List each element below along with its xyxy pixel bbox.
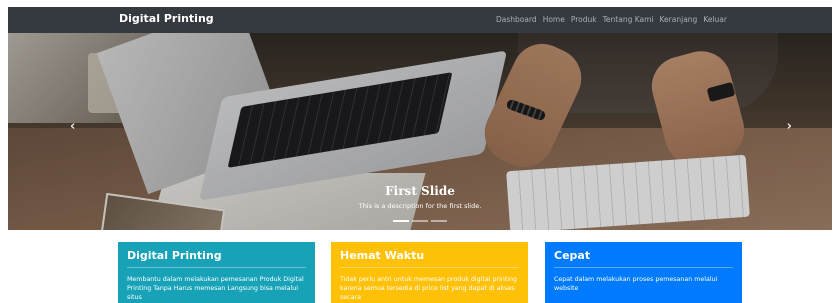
nav-links: Dashboard Home Produk Tentang Kami Keran…	[496, 15, 727, 24]
nav-link-dashboard[interactable]: Dashboard	[496, 15, 537, 24]
navbar-brand[interactable]: Digital Printing	[119, 12, 214, 25]
card-text: Cepat dalam melakukan proses pemesanan m…	[554, 276, 718, 292]
image-overlay	[8, 33, 832, 230]
feature-card-cepat: Cepat Cepat dalam melakukan proses pemes…	[545, 242, 742, 303]
carousel-indicator-2[interactable]	[412, 220, 428, 222]
feature-card-digital-printing: Digital Printing Membantu dalam melakuka…	[118, 242, 315, 303]
nav-link-home[interactable]: Home	[543, 15, 565, 24]
carousel-indicator-1[interactable]	[393, 220, 409, 222]
slide-description: This is a description for the first slid…	[358, 202, 482, 210]
carousel-indicator-3[interactable]	[431, 220, 447, 222]
nav-link-keluar[interactable]: Keluar	[703, 15, 727, 24]
carousel-indicators	[8, 220, 832, 222]
card-text: Tidak perlu antri untuk memesan produk d…	[340, 276, 518, 301]
nav-link-keranjang[interactable]: Keranjang	[660, 15, 698, 24]
card-title: Cepat	[554, 249, 733, 268]
feature-card-hemat-waktu: Hemat Waktu Tidak perlu antri untuk meme…	[331, 242, 528, 303]
card-text: Membantu dalam melakukan pemesanan Produ…	[127, 276, 304, 301]
chevron-left-icon[interactable]: ‹	[70, 119, 75, 134]
chevron-right-icon[interactable]: ›	[787, 119, 792, 134]
slide-title: First Slide	[385, 184, 455, 198]
nav-link-tentang-kami[interactable]: Tentang Kami	[603, 15, 654, 24]
hero-carousel: ‹ › First Slide This is a description fo…	[8, 33, 832, 230]
nav-link-produk[interactable]: Produk	[571, 15, 597, 24]
navbar-bar: Digital Printing Dashboard Home Produk T…	[8, 7, 832, 33]
card-title: Digital Printing	[127, 249, 306, 268]
card-title: Hemat Waktu	[340, 249, 519, 268]
navbar: Digital Printing Dashboard Home Produk T…	[0, 0, 840, 33]
